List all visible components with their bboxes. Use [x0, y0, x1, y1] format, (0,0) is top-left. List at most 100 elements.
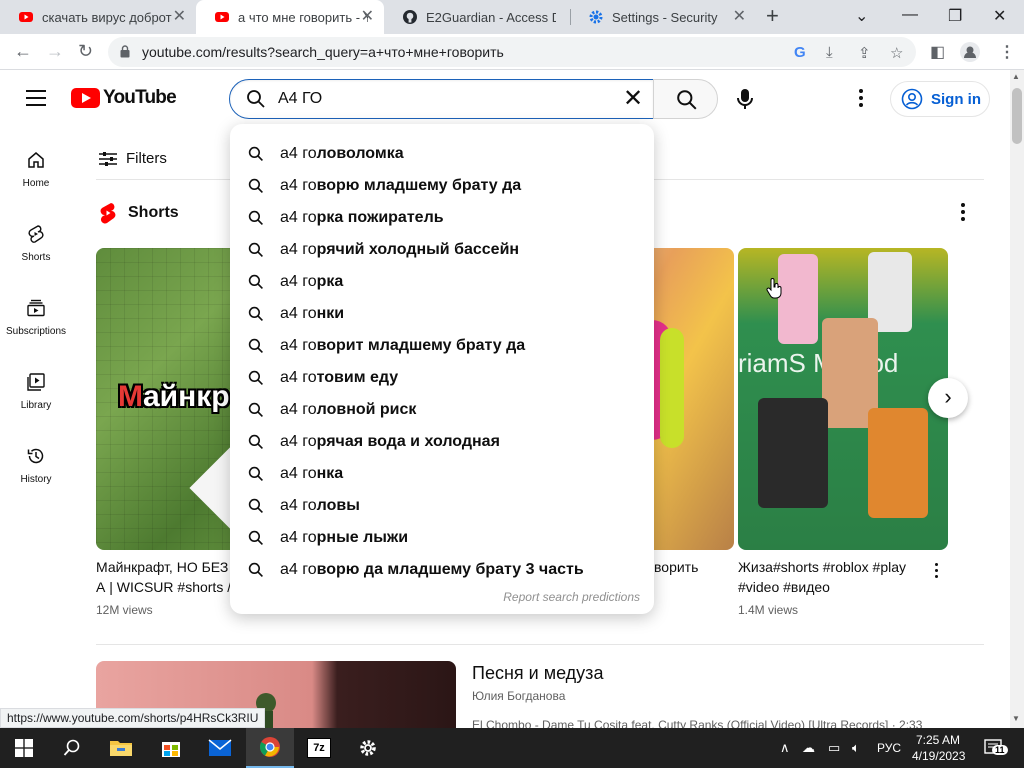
- guide-item-home[interactable]: Home: [0, 150, 72, 189]
- suggestion-item[interactable]: а4 го рка: [230, 266, 654, 298]
- taskbar-mail[interactable]: [196, 728, 244, 768]
- forward-button[interactable]: →: [46, 41, 64, 61]
- taskbar-microsoft-store[interactable]: [147, 728, 195, 768]
- tab-search-icon[interactable]: ⌄: [855, 6, 868, 26]
- suggestion-item[interactable]: а4 го нка: [230, 458, 654, 490]
- browser-tab-1[interactable]: скачать вирус доброта ✕: [0, 0, 196, 34]
- onedrive-icon[interactable]: ☁: [802, 740, 815, 756]
- guide-item-shorts[interactable]: Shorts: [0, 224, 72, 263]
- taskbar-file-explorer[interactable]: [97, 728, 145, 768]
- minimize-button[interactable]: —: [902, 6, 918, 24]
- browser-tab-3[interactable]: E2Guardian - Access D: [384, 0, 570, 34]
- suggestion-completion: рные лыжи: [316, 529, 409, 546]
- video-channel[interactable]: Юлия Богданова: [472, 689, 565, 703]
- scroll-down-icon[interactable]: ▼: [1012, 714, 1020, 723]
- search-icon: [248, 274, 263, 289]
- close-window-button[interactable]: ✕: [993, 6, 1006, 26]
- browser-menu-icon[interactable]: ⋮: [999, 42, 1015, 62]
- network-icon[interactable]: ▭: [828, 740, 840, 756]
- volume-icon[interactable]: 🔈︎: [852, 740, 860, 756]
- short-title-line: Жиза#shorts #roblox #play: [738, 559, 907, 575]
- suggestion-item[interactable]: а4 го рные лыжи: [230, 522, 654, 554]
- short-more-icon[interactable]: [931, 563, 941, 581]
- status-bar-url: https://www.youtube.com/shorts/p4HRsCk3R…: [0, 708, 266, 728]
- suggestion-item[interactable]: а4 го ловной риск: [230, 394, 654, 426]
- restore-button[interactable]: ❐: [948, 6, 962, 26]
- close-tab-icon[interactable]: ✕: [733, 9, 746, 25]
- start-button[interactable]: [0, 728, 48, 768]
- microphone-icon[interactable]: [730, 84, 760, 114]
- short-title-line: ворить: [654, 559, 699, 575]
- guide-label: Shorts: [21, 252, 51, 263]
- shorts-icon: [28, 225, 44, 243]
- guide-item-library[interactable]: Library: [0, 372, 72, 411]
- browser-tab-4[interactable]: Settings - Security ✕: [570, 0, 756, 34]
- hand-cursor-icon: [766, 278, 782, 299]
- share-icon[interactable]: ⇪: [858, 44, 871, 62]
- suggestion-prefix: а4 го: [280, 241, 317, 258]
- show-hidden-icons[interactable]: ∧: [780, 740, 790, 756]
- short-title-4[interactable]: Жиза#shorts #roblox #play #video #видео: [738, 557, 928, 597]
- suggestion-item[interactable]: а4 го рячая вода и холодная: [230, 426, 654, 458]
- scrollbar[interactable]: [1010, 70, 1024, 728]
- search-button[interactable]: [653, 79, 718, 119]
- suggestion-item[interactable]: а4 го ловы: [230, 490, 654, 522]
- notification-count: 11: [992, 745, 1008, 755]
- suggestion-prefix: а4 го: [280, 337, 317, 354]
- suggestion-item[interactable]: а4 го ловоломка: [230, 138, 654, 170]
- guide-item-subscriptions[interactable]: Subscriptions: [0, 298, 72, 337]
- taskbar-search-button[interactable]: [48, 728, 96, 768]
- video-title[interactable]: Песня и медуза: [472, 663, 603, 684]
- browser-tab-2[interactable]: а что мне говорить - Y ✕: [196, 0, 384, 34]
- short-title-1[interactable]: Майнкрафт, НО БЕЗ А | WICSUR #shorts /: [96, 557, 236, 597]
- google-lens-icon[interactable]: G: [794, 44, 806, 61]
- scroll-up-icon[interactable]: ▲: [1012, 72, 1020, 81]
- suggestion-completion: ворит младшему брату да: [316, 337, 526, 354]
- suggestion-item[interactable]: а4 го ворит младшему брату да: [230, 330, 654, 362]
- language-indicator[interactable]: РУС: [877, 741, 901, 755]
- suggestion-item[interactable]: а4 го ворю младшему брату да: [230, 170, 654, 202]
- scrollbar-thumb[interactable]: [1012, 88, 1022, 144]
- guide-label: Home: [22, 178, 50, 189]
- suggestion-item[interactable]: а4 го рячий холодный бассейн: [230, 234, 654, 266]
- clock-time[interactable]: 7:25 AM: [916, 733, 960, 747]
- bookmark-star-icon[interactable]: ☆: [890, 44, 903, 62]
- clear-search-icon[interactable]: ✕: [619, 85, 647, 113]
- install-icon[interactable]: ⤓: [826, 44, 833, 61]
- new-tab-button[interactable]: +: [766, 5, 779, 27]
- gear-icon: [589, 10, 603, 24]
- taskbar-7zip[interactable]: 7z: [295, 728, 343, 768]
- suggestion-item[interactable]: а4 го ворю да младшему брату 3 часть: [230, 554, 654, 586]
- profile-avatar-icon[interactable]: [960, 42, 980, 62]
- notification-center-button[interactable]: 11: [984, 739, 1008, 762]
- guide-item-history[interactable]: History: [0, 446, 72, 485]
- back-button[interactable]: ←: [14, 41, 32, 61]
- lock-icon[interactable]: [120, 45, 130, 58]
- sign-in-button[interactable]: Sign in: [890, 81, 990, 117]
- search-icon: [248, 466, 263, 481]
- youtube-logo[interactable]: YouTube: [71, 87, 177, 109]
- close-tab-icon[interactable]: ✕: [361, 9, 374, 25]
- shelf-next-button[interactable]: ›: [928, 378, 968, 418]
- shorts-more-icon[interactable]: [954, 203, 972, 225]
- address-bar[interactable]: youtube.com/results?search_query=а+что+м…: [108, 37, 916, 67]
- side-panel-icon[interactable]: ◧: [930, 42, 945, 62]
- search-icon: [248, 498, 263, 513]
- report-predictions-link[interactable]: Report search predictions: [503, 590, 640, 604]
- clock-date[interactable]: 4/19/2023: [912, 749, 965, 763]
- taskbar-settings[interactable]: [344, 728, 392, 768]
- gear-icon: [360, 740, 376, 756]
- filters-button[interactable]: Filters: [98, 150, 167, 167]
- hamburger-menu-icon[interactable]: [26, 90, 46, 106]
- reload-button[interactable]: ↻: [78, 41, 93, 61]
- close-tab-icon[interactable]: ✕: [173, 9, 186, 25]
- suggestion-item[interactable]: а4 го нки: [230, 298, 654, 330]
- suggestion-item[interactable]: а4 го рка пожиратель: [230, 202, 654, 234]
- suggestion-completion: ловы: [316, 497, 360, 514]
- search-icon: [248, 242, 263, 257]
- search-input[interactable]: А4 ГО ✕: [229, 79, 654, 119]
- settings-more-icon[interactable]: [851, 88, 871, 108]
- taskbar-chrome[interactable]: [246, 728, 294, 768]
- suggestion-item[interactable]: а4 го товим еду: [230, 362, 654, 394]
- short-title-3[interactable]: ворить: [654, 557, 698, 577]
